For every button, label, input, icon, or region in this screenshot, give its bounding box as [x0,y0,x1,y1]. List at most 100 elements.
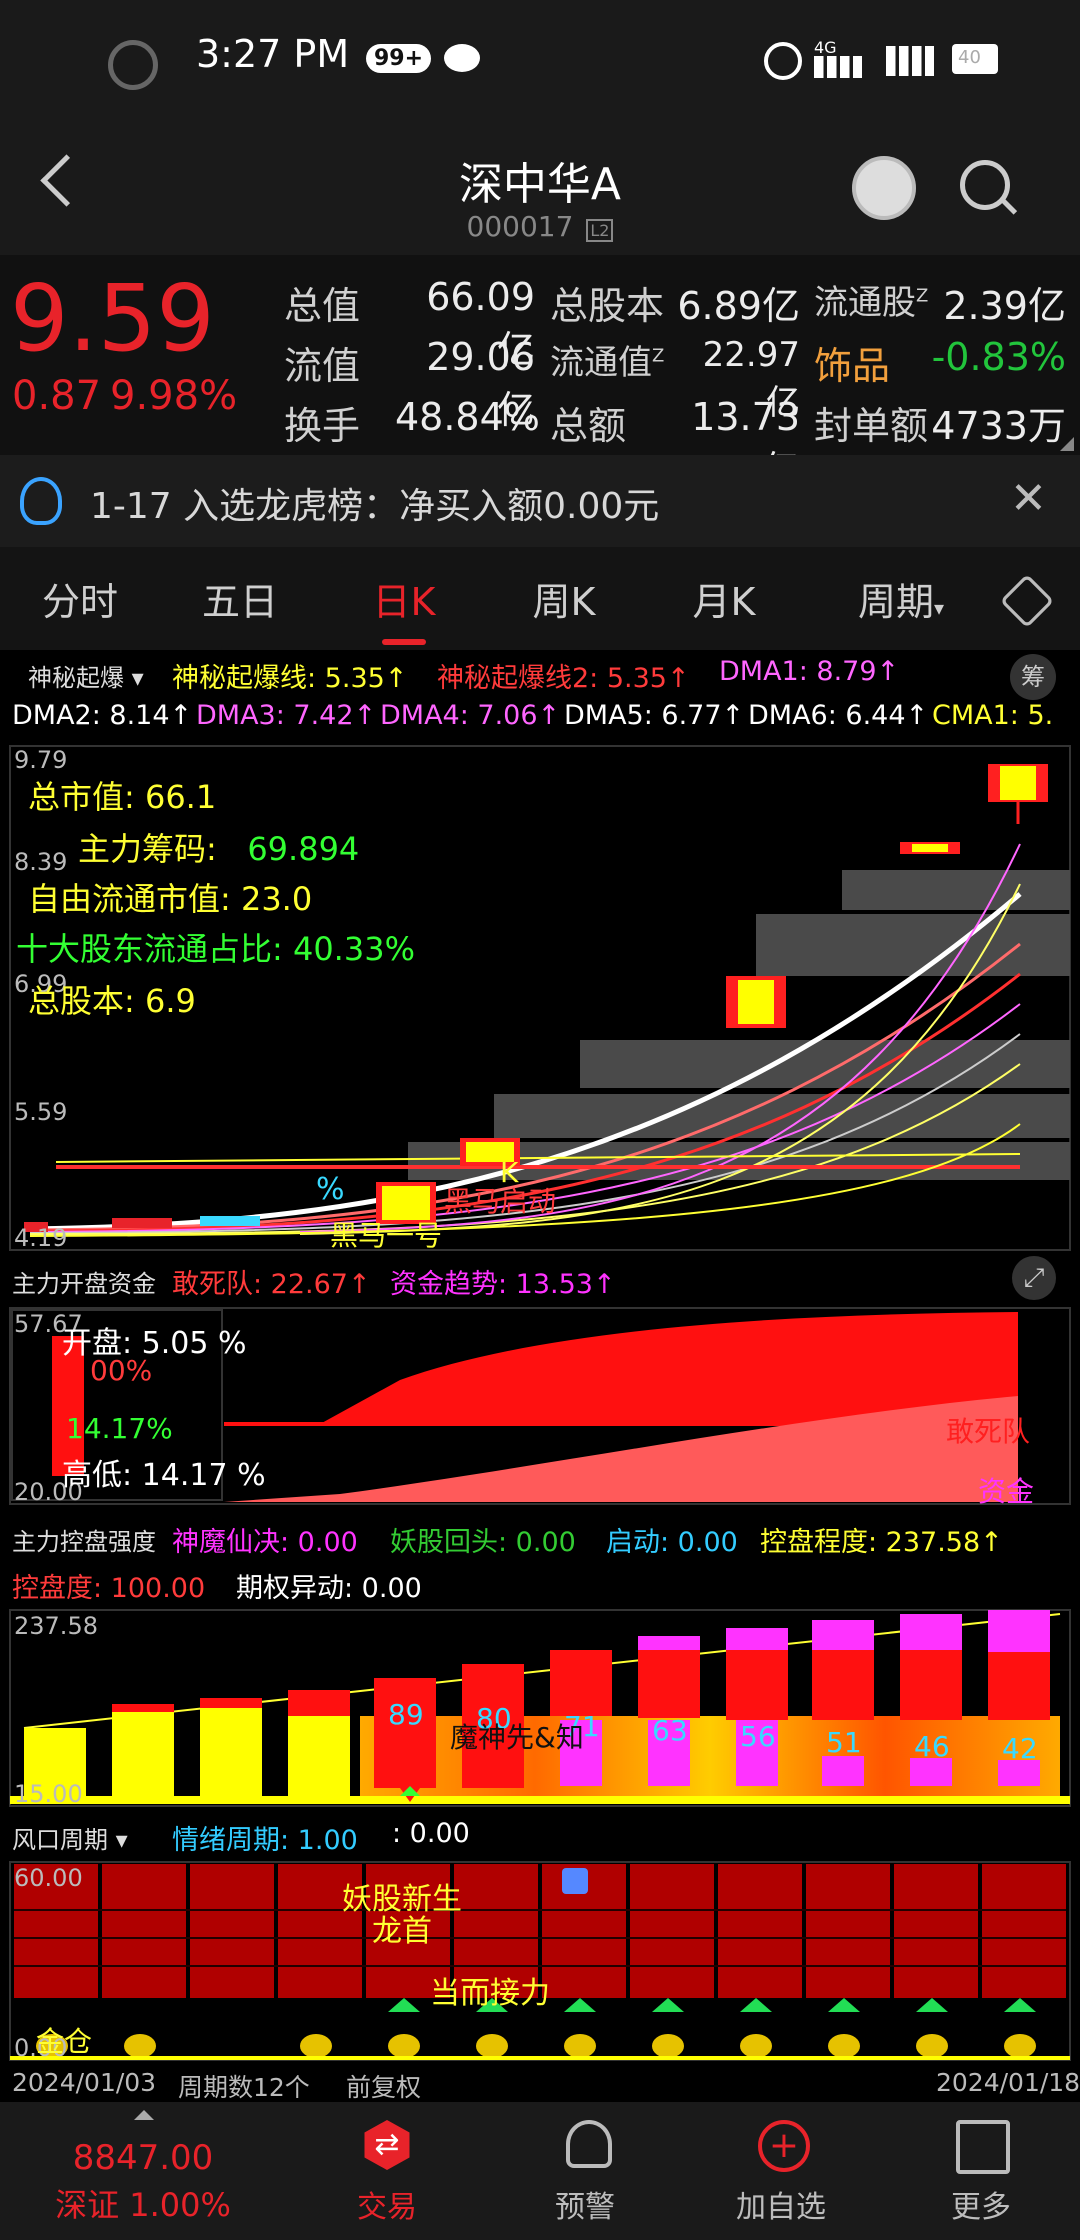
index-value[interactable]: 8847.00 [0,2138,286,2178]
pct-red: 00% [90,1354,153,1387]
cycle-text-c: 当而接力 [430,1976,550,2011]
indicator-value: DMA3: 7.42↑ [196,700,377,731]
nav-alert[interactable]: 预警 [510,2182,660,2226]
indicator-control-header: 主力控盘强度 神魔仙决: 0.00 妖股回头: 0.00 启动: 0.00 控盘… [0,1506,1080,1608]
control-chart[interactable]: 237.58 15.00 89 80 71 63 56 51 46 42 魔神先… [0,1608,1080,1808]
adjust-mode[interactable]: 前复权 [346,2068,421,2104]
indicator-value: 神秘起爆线2: 5.35↑ [437,663,690,694]
stat-label: 总股本 [550,284,665,328]
tab-period-dropdown[interactable]: 周期▾ [826,571,976,626]
settings-hex-icon[interactable] [999,573,1055,629]
add-watchlist-icon[interactable]: + [758,2120,810,2172]
stat-label: 流通股Z [814,283,929,323]
price-change: 0.87 [12,373,102,419]
stock-code-text: 000017 [466,210,574,243]
message-icon [444,44,480,72]
cycle-text-d: 金仓 [36,2025,93,2058]
fund-chart[interactable]: 57.67 20.00 开盘: 5.05 % 00% 14.17% 高低: 14… [0,1306,1080,1508]
stock-code: 000017 L2 [0,210,1080,243]
nav-add-watchlist[interactable]: 加自选 [706,2182,856,2226]
indicator-selector[interactable]: 主力开盘资金 [12,1264,156,1299]
y-tick: 237.58 [14,1612,98,1640]
bar-label: 51 [826,1726,862,1759]
chart-mark-black-one: 黑马一号 [330,1219,443,1252]
y-tick: 4.19 [14,1224,68,1252]
kline-chart[interactable]: 9.79 8.39 6.99 5.59 4.19 总市值: 66.1 主力筹码:… [0,744,1080,1252]
mid-signal-text: 魔神先&知 [450,1721,584,1754]
app-header: 深中华A 000017 L2 [0,120,1080,255]
nav-more[interactable]: 更多 [906,2182,1056,2226]
indicator-value: 资金趋势: 13.53↑ [390,1269,616,1300]
stat-label: 换手 [284,404,361,448]
date-axis: 2024/01/03 周期数12个 前复权 2024/01/18 [0,2062,1080,2102]
indicator-selector[interactable]: 风口周期 ▾ [12,1820,128,1855]
y-tick: 9.79 [14,746,68,774]
indicator-value: 情绪周期: 1.00 [172,1825,358,1856]
trade-icon[interactable]: ⇄ [364,2120,410,2170]
period-tabs: 分时 五日 日K 周K 月K 周期▾ [0,547,1080,650]
tab-fenshi[interactable]: 分时 [20,571,140,626]
overlay-total-shares: 总股本: 6.9 [28,982,196,1020]
indicator-value: 敢死队: 22.67↑ [172,1269,371,1300]
bar-label: 63 [652,1714,688,1747]
bar-label: 56 [740,1720,776,1753]
sector-label[interactable]: 饰品 [814,335,890,390]
bar-label: 89 [388,1698,424,1731]
end-date: 2024/01/18 [936,2068,1080,2097]
overlay-free-mv: 自由流通市值: 23.0 [28,880,313,918]
expand-icon[interactable]: ⤢ [1012,1256,1056,1300]
indicator-value: 妖股回头: 0.00 [390,1527,576,1558]
overlay-top10: 十大股东流通占比: 40.33% [16,930,415,968]
cycle-chart[interactable]: 60.00 0.00 妖股新生 龙首 当而接力 金仓 [0,1860,1080,2062]
indicator-value: 神秘起爆线: 5.35↑ [172,663,408,694]
network-label: 4G [814,38,837,57]
indicator-selector[interactable]: 神秘起爆 ▾ [28,658,144,693]
y-tick: 5.59 [14,1098,68,1126]
tab-yuek[interactable]: 月K [664,571,784,626]
indicator-value: DMA4: 7.06↑ [380,700,561,731]
indicator-value: DMA5: 6.77↑ [564,700,745,731]
status-bar: 3:27 PM 99+ 4G 40 [0,0,1080,120]
expand-corner-icon[interactable] [1060,437,1074,451]
close-icon[interactable]: ✕ [1010,477,1047,521]
page-title: 深中华A [458,159,622,210]
indicator-value: DMA1: 8.79↑ [719,656,900,687]
start-date: 2024/01/03 [12,2068,157,2097]
y-tick: 15.00 [14,1780,83,1808]
index-caret-icon [134,2110,154,2120]
price-change-pct: 9.98% [110,373,238,419]
tab-zhouk[interactable]: 周K [504,571,624,626]
cycle-svg [9,1861,1071,2061]
bell-icon[interactable] [566,2120,612,2168]
chart-mark-pct: % [316,1172,345,1207]
signal-icon-2 [886,46,934,76]
sector-value: -0.83% [931,335,1066,379]
label-gansi: 敢死队 [946,1415,1031,1448]
indicator-value: DMA6: 6.44↑ [748,700,929,731]
indicator-selector[interactable]: 主力控盘强度 [12,1522,156,1557]
chip-calc-button[interactable]: 筹 [1010,654,1056,700]
label-zijin: 资金 [978,1475,1035,1508]
high-low-pct: 高低: 14.17 % [62,1458,266,1493]
bar-label: 46 [914,1730,950,1763]
indicator-value: 神魔仙决: 0.00 [172,1527,358,1558]
tab-rik[interactable]: 日K [344,571,464,626]
notice-text: 1-17 入选龙虎榜：净买入额0.00元 [90,486,660,527]
l2-badge: L2 [586,219,614,242]
y-tick: 60.00 [14,1864,83,1892]
signal-icon [814,56,862,78]
nav-trade[interactable]: 交易 [312,2182,462,2226]
index-label[interactable]: 深证 1.00% [0,2180,286,2226]
cycle-text-b: 龙首 [372,1914,432,1949]
period-count: 周期数12个 [178,2073,310,2102]
y-tick: 8.39 [14,848,68,876]
stat-label: 流通值Z [550,343,665,383]
bar-label: 42 [1002,1732,1038,1765]
tab-wuri[interactable]: 五日 [180,571,300,626]
grid-icon[interactable] [956,2120,1010,2174]
mascot-icon[interactable] [852,156,916,220]
notice-bar[interactable]: 1-17 入选龙虎榜：净买入额0.00元 ✕ [0,455,1080,547]
stat-label: 封单额 [814,404,929,448]
overlay-total-mv: 总市值: 66.1 [28,778,217,816]
bottom-nav: 8847.00 深证 1.00% ⇄ 交易 预警 + 加自选 更多 [0,2102,1080,2240]
